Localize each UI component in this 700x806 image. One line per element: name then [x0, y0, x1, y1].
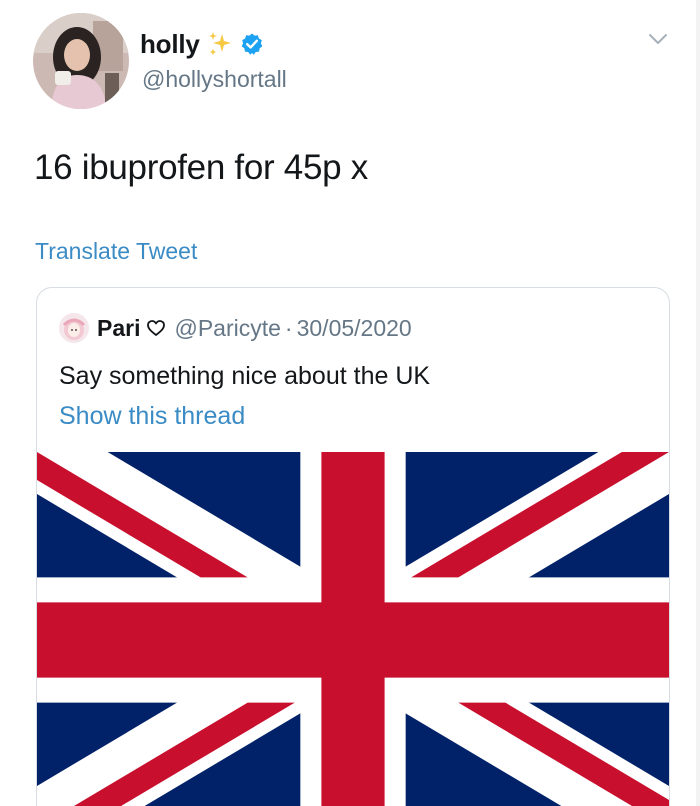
quoted-tweet-date[interactable]: 30/05/2020: [297, 315, 412, 342]
heart-outline-icon: [147, 320, 166, 336]
translate-tweet-link[interactable]: Translate Tweet: [35, 238, 197, 265]
quoted-author-handle[interactable]: @Paricyte: [174, 315, 280, 342]
scrollbar[interactable]: [696, 0, 700, 806]
author-avatar-photo: [33, 13, 129, 109]
quoted-tweet-card[interactable]: Pari @Paricyte · 30/05/2020 Say somethin…: [36, 287, 670, 806]
show-thread-link[interactable]: Show this thread: [59, 402, 245, 431]
chevron-down-icon[interactable]: [648, 32, 668, 46]
author-avatar[interactable]: [33, 13, 129, 109]
quoted-author-avatar[interactable]: [59, 313, 89, 343]
quoted-tweet-header: Pari @Paricyte · 30/05/2020: [59, 310, 412, 346]
sparkles-icon: [208, 32, 231, 55]
quoted-author-name[interactable]: Pari: [97, 315, 140, 342]
author-display-name[interactable]: holly: [140, 29, 200, 60]
quoted-tweet-text: Say something nice about the UK: [59, 362, 431, 390]
author-handle[interactable]: @hollyshortall: [142, 66, 287, 93]
tweet-page: holly @hollyshortall 16 ibuprofen for 45…: [0, 0, 700, 806]
quoted-author-avatar-image: [59, 313, 89, 343]
union-jack-flag-image[interactable]: [37, 452, 669, 806]
meta-separator: ·: [284, 314, 293, 341]
tweet-text: 16 ibuprofen for 45p x: [34, 148, 368, 187]
verified-badge-icon: [241, 33, 262, 55]
author-name-row: holly: [140, 26, 264, 62]
